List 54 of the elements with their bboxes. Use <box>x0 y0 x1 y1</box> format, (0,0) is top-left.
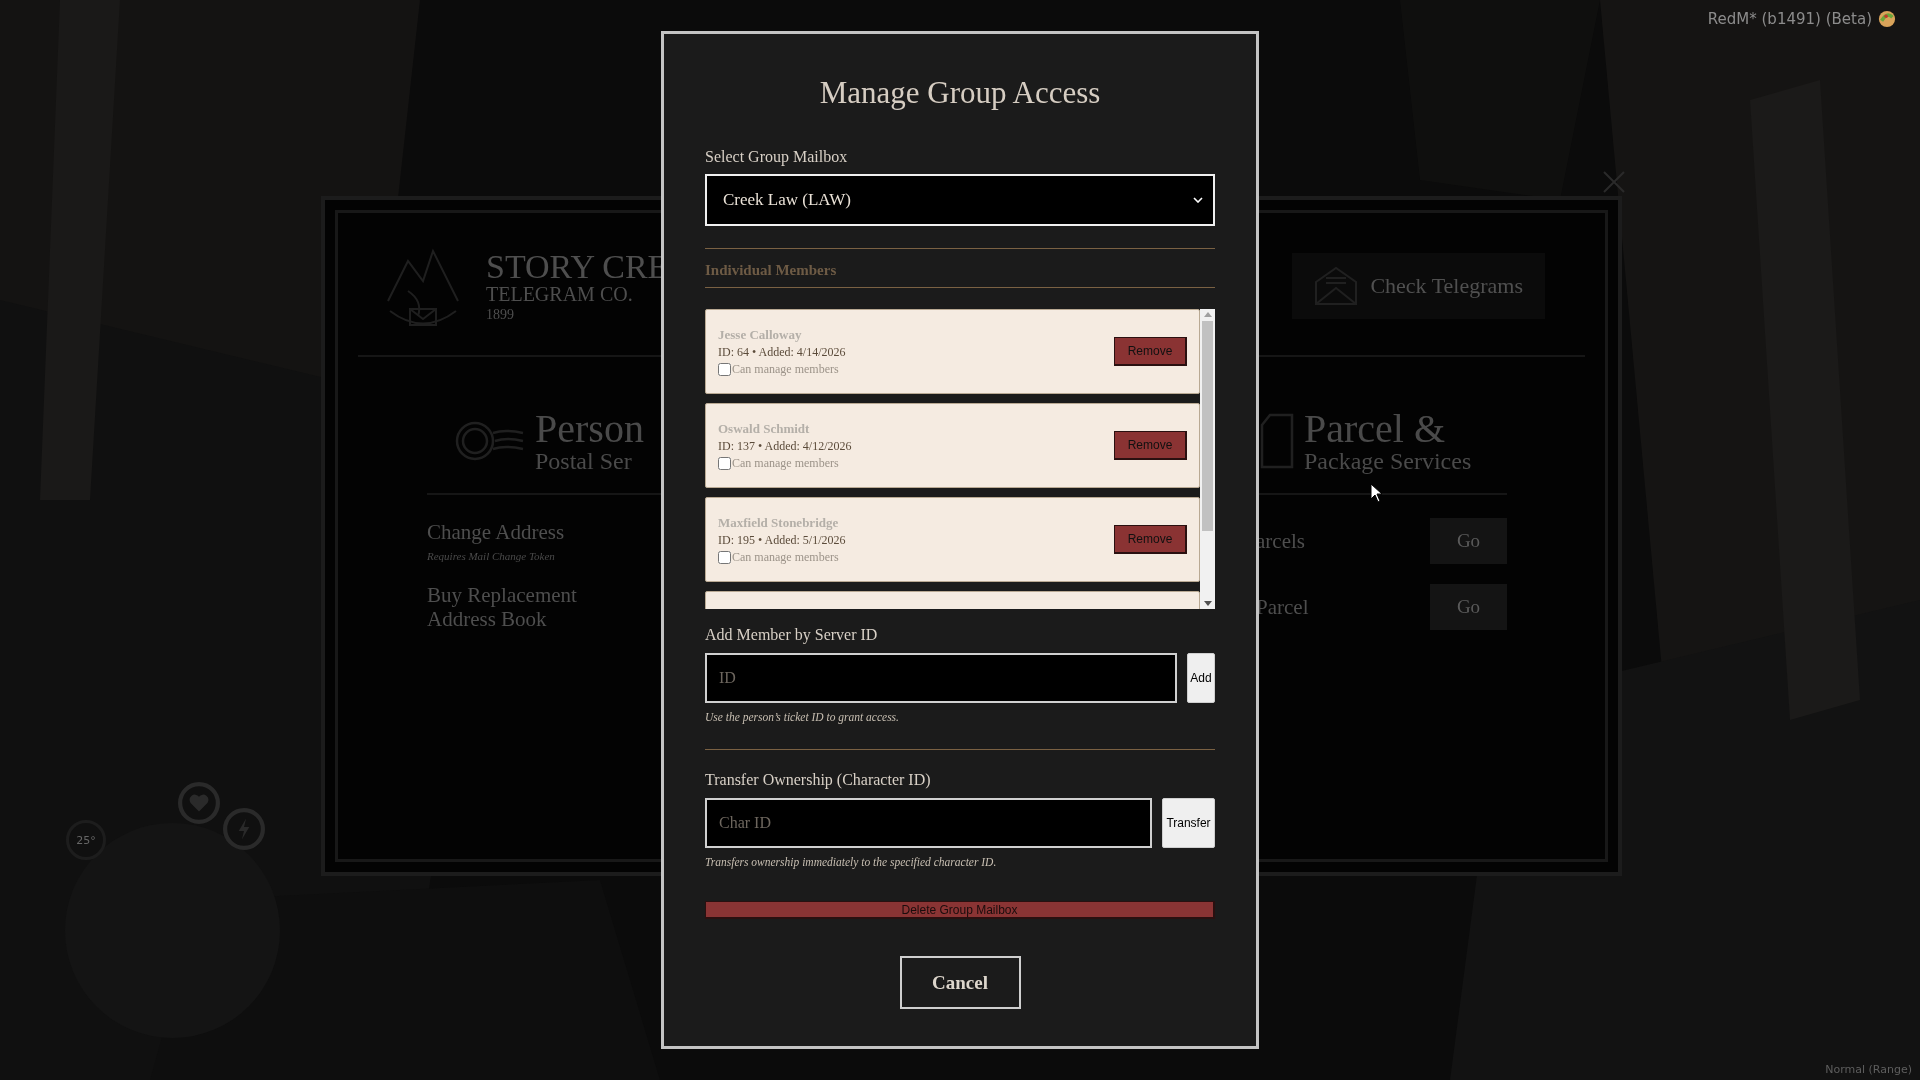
remove-button[interactable]: Remove <box>1114 525 1187 555</box>
postmark-icon <box>455 419 525 463</box>
field-label: Add Member by Server ID <box>705 626 879 645</box>
id-input-field[interactable]: ID <box>705 653 1177 704</box>
checkbox[interactable] <box>718 456 731 470</box>
brand-year: 1899 <box>486 308 515 322</box>
add-button[interactable]: Add <box>1187 653 1215 704</box>
member-name: Maxfield Stonebridge <box>718 514 840 531</box>
member-details: ID: 195 • Added: 5/1/2026 <box>718 532 846 548</box>
brand-subtitle: TELEGRAM CO. <box>486 284 634 304</box>
hint-text: Use the person’s ticket ID to grant access. <box>705 711 900 724</box>
member-details: ID: 137 • Added: 4/12/2026 <box>718 438 852 454</box>
checkbox[interactable] <box>718 550 731 564</box>
go-button[interactable]: Go <box>1430 518 1507 564</box>
member-name: Oswald Schmidt <box>718 420 811 437</box>
member-details: ID: 64 • Added: 4/14/2026 <box>718 344 846 360</box>
section-title: Parcel & <box>1304 409 1447 449</box>
scroll-up-icon[interactable] <box>1203 312 1212 318</box>
go-button[interactable]: Go <box>1430 584 1507 630</box>
field-label: Select Group Mailbox <box>705 148 849 167</box>
scrollbar[interactable] <box>1200 309 1215 610</box>
transfer-button[interactable]: Transfer <box>1162 798 1215 849</box>
hint-text: Transfers ownership immediately to the specified character ID. <box>705 856 998 869</box>
check-telegrams-button[interactable]: Check Telegrams <box>1292 253 1545 319</box>
member-name: Jesse Calloway <box>718 326 803 343</box>
section-heading: Individual Members <box>705 262 838 280</box>
chevron-down-icon <box>1193 197 1203 204</box>
cancel-button[interactable]: Cancel <box>899 956 1021 1010</box>
mouse-cursor-icon <box>1370 483 1384 503</box>
temperature-gauge: 25° <box>66 820 106 860</box>
service-note: Requires Mail Change Token <box>427 550 556 563</box>
taco-icon <box>1878 10 1896 28</box>
section-subtitle: Package Services <box>1304 449 1472 473</box>
checkbox[interactable] <box>718 362 731 376</box>
box-icon <box>1260 413 1294 469</box>
service-label: Buy Replacement Address Book <box>427 583 578 632</box>
section-title: Person <box>535 409 644 449</box>
service-label: Change Address <box>427 519 565 545</box>
dialog-title: Manage Group Access <box>818 74 1102 112</box>
remove-button[interactable]: Remove <box>1114 337 1187 367</box>
section-subtitle: Postal Ser <box>535 449 633 473</box>
permission-label: Can manage members <box>732 361 839 377</box>
lightning-icon <box>223 808 265 850</box>
scroll-down-icon[interactable] <box>1203 601 1212 607</box>
delete-button[interactable]: Delete Group Mailbox <box>705 901 1215 920</box>
permission-label: Can manage members <box>732 549 839 565</box>
voice-mode-label: Normal (Range) <box>1825 1063 1912 1076</box>
mailbox-select[interactable]: Creek Law (LAW) <box>705 174 1215 227</box>
permission-label: Can manage members <box>732 455 839 471</box>
remove-button[interactable]: Remove <box>1114 431 1187 461</box>
scroll-thumb[interactable] <box>1202 321 1213 532</box>
build-label: RedM* (b1491) (Beta) <box>1707 10 1872 28</box>
field-label: Transfer Ownership (Character ID) <box>705 771 932 790</box>
char-id-input-field[interactable]: Char ID <box>705 798 1152 849</box>
